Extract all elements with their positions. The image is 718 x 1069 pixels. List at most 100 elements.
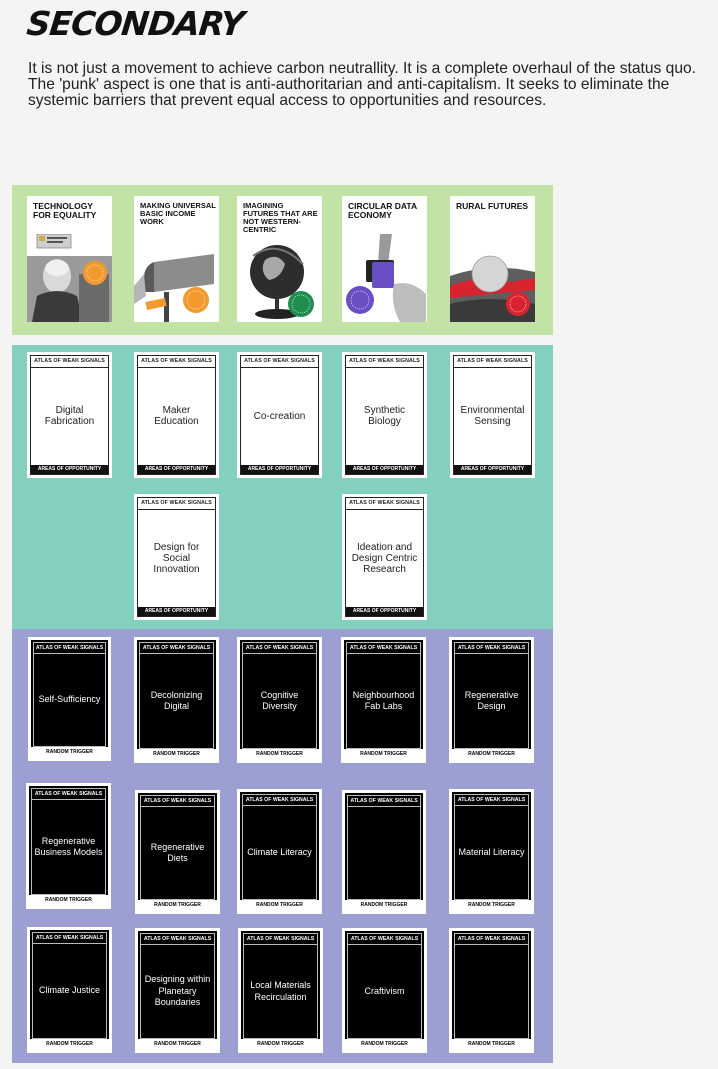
card-footer: RANDOM TRIGGER: [240, 900, 319, 911]
trigger-card[interactable]: ATLAS OF WEAK SIGNALS Regenerative Desig…: [449, 637, 534, 763]
card-footer: AREAS OF OPPORTUNITY: [454, 465, 531, 474]
future-card-not-western-centric[interactable]: IMAGINING FUTURES THAT ARE NOT WESTERN-C…: [237, 196, 322, 322]
card-label: Digital Fabrication: [44, 405, 95, 427]
card-label: Synthetic Biology: [363, 405, 406, 427]
globe-image: [237, 234, 322, 322]
card-footer: RANDOM TRIGGER: [31, 747, 108, 758]
card-header: ATLAS OF WEAK SIGNALS: [141, 934, 214, 945]
trigger-card[interactable]: ATLAS OF WEAK SIGNALS Neighbourhood Fab …: [341, 637, 426, 763]
trigger-card[interactable]: ATLAS OF WEAK SIGNALS Designing within P…: [135, 928, 220, 1053]
trigger-card[interactable]: ATLAS OF WEAK SIGNALS Material Literacy …: [449, 789, 534, 914]
trigger-card[interactable]: ATLAS OF WEAK SIGNALS Climate Justice RA…: [27, 927, 112, 1053]
card-header: ATLAS OF WEAK SIGNALS: [241, 356, 318, 368]
future-card-title: CIRCULAR DATA ECONOMY: [348, 201, 417, 220]
card-footer: RANDOM TRIGGER: [241, 1039, 320, 1050]
card-header: ATLAS OF WEAK SIGNALS: [455, 795, 528, 806]
hands-exchanging-device-image: [342, 234, 427, 322]
card-label: Designing within Planetary Boundaries: [144, 974, 211, 1008]
opportunity-card[interactable]: ATLAS OF WEAK SIGNALS Environmental Sens…: [450, 352, 535, 478]
card-header: ATLAS OF WEAK SIGNALS: [243, 643, 316, 654]
card-footer: AREAS OF OPPORTUNITY: [346, 465, 423, 474]
future-card-technology-for-equality[interactable]: TECHNOLOGY FOR EQUALITY: [27, 196, 112, 322]
card-label: Cognitive Diversity: [260, 689, 299, 712]
card-header: ATLAS OF WEAK SIGNALS: [34, 643, 105, 654]
opportunity-card[interactable]: ATLAS OF WEAK SIGNALS Design for Social …: [134, 494, 219, 620]
card-footer: RANDOM TRIGGER: [344, 749, 423, 760]
future-card-rural-futures[interactable]: RURAL FUTURES: [450, 196, 535, 322]
card-footer: AREAS OF OPPORTUNITY: [138, 607, 215, 616]
trigger-card[interactable]: ATLAS OF WEAK SIGNALS Local Materials Re…: [238, 928, 323, 1053]
elderly-person-with-laptop-image: [27, 234, 112, 322]
trigger-card[interactable]: ATLAS OF WEAK SIGNALS Regenerative Diets…: [135, 790, 220, 914]
card-label: Regenerative Design: [464, 689, 519, 712]
trigger-card[interactable]: ATLAS OF WEAK SIGNALS Craftivism RANDOM …: [342, 928, 427, 1053]
trigger-card[interactable]: ATLAS OF WEAK SIGNALS Self-Sufficiency R…: [28, 637, 111, 761]
trigger-card[interactable]: ATLAS OF WEAK SIGNALS Climate Literacy R…: [237, 789, 322, 914]
card-label: Regenerative Business Models: [34, 835, 103, 858]
card-footer: RANDOM TRIGGER: [345, 1039, 424, 1050]
card-header: ATLAS OF WEAK SIGNALS: [140, 643, 213, 654]
page-title: SECONDARY: [24, 4, 246, 43]
opportunity-card[interactable]: ATLAS OF WEAK SIGNALS Digital Fabricatio…: [27, 352, 112, 478]
future-card-title: TECHNOLOGY FOR EQUALITY: [33, 201, 97, 220]
card-label: Maker Education: [154, 405, 199, 427]
card-footer: RANDOM TRIGGER: [345, 900, 423, 911]
trigger-card[interactable]: ATLAS OF WEAK SIGNALS RANDOM TRIGGER: [342, 790, 426, 914]
card-footer: RANDOM TRIGGER: [30, 1039, 109, 1050]
card-label: Self-Sufficiency: [38, 694, 101, 705]
trigger-card[interactable]: ATLAS OF WEAK SIGNALS Cognitive Diversit…: [237, 637, 322, 763]
card-footer: RANDOM TRIGGER: [138, 900, 217, 911]
card-header: ATLAS OF WEAK SIGNALS: [138, 356, 215, 368]
mailbox-image: [134, 234, 219, 322]
card-header: ATLAS OF WEAK SIGNALS: [32, 789, 105, 800]
opportunity-card[interactable]: ATLAS OF WEAK SIGNALS Ideation and Desig…: [342, 494, 427, 620]
card-label: Environmental Sensing: [460, 405, 525, 427]
card-header: ATLAS OF WEAK SIGNALS: [348, 934, 421, 945]
card-header: ATLAS OF WEAK SIGNALS: [455, 643, 528, 654]
card-label: [350, 807, 418, 899]
card-header: ATLAS OF WEAK SIGNALS: [455, 934, 528, 945]
future-card-title: RURAL FUTURES: [456, 201, 529, 211]
trigger-card[interactable]: ATLAS OF WEAK SIGNALS RANDOM TRIGGER: [449, 928, 534, 1053]
trigger-card[interactable]: ATLAS OF WEAK SIGNALS Decolonizing Digit…: [134, 637, 219, 763]
opportunity-card[interactable]: ATLAS OF WEAK SIGNALS Co-creation AREAS …: [237, 352, 322, 478]
card-label: Ideation and Design Centric Research: [351, 541, 418, 575]
card-header: ATLAS OF WEAK SIGNALS: [138, 498, 215, 510]
card-label: Neighbourhood Fab Labs: [352, 689, 415, 712]
card-footer: RANDOM TRIGGER: [240, 749, 319, 760]
card-label: Climate Justice: [38, 985, 101, 996]
card-label: Local Materials Recirculation: [250, 980, 311, 1002]
future-card-title: IMAGINING FUTURES THAT ARE NOT WESTERN-C…: [243, 201, 318, 234]
opportunity-card[interactable]: ATLAS OF WEAK SIGNALS Maker Education AR…: [134, 352, 219, 478]
card-label: Design for Social Innovation: [153, 541, 200, 575]
card-footer: RANDOM TRIGGER: [452, 749, 531, 760]
opportunity-card[interactable]: ATLAS OF WEAK SIGNALS Synthetic Biology …: [342, 352, 427, 478]
card-header: ATLAS OF WEAK SIGNALS: [346, 356, 423, 368]
card-header: ATLAS OF WEAK SIGNALS: [347, 643, 420, 654]
card-label: Material Literacy: [458, 846, 525, 857]
card-header: ATLAS OF WEAK SIGNALS: [348, 796, 420, 807]
card-footer: AREAS OF OPPORTUNITY: [138, 465, 215, 474]
card-header: ATLAS OF WEAK SIGNALS: [454, 356, 531, 368]
future-card-universal-basic-income[interactable]: MAKING UNIVERSAL BASIC INCOME WORK: [134, 196, 219, 322]
card-label: Craftivism: [364, 985, 405, 996]
card-header: ATLAS OF WEAK SIGNALS: [346, 498, 423, 510]
card-label: Decolonizing Digital: [150, 689, 203, 712]
card-header: ATLAS OF WEAK SIGNALS: [31, 356, 108, 368]
card-label: Co-creation: [253, 410, 306, 422]
card-label: Climate Literacy: [247, 846, 312, 857]
card-header: ATLAS OF WEAK SIGNALS: [141, 796, 214, 807]
card-header: ATLAS OF WEAK SIGNALS: [244, 934, 317, 945]
trigger-card[interactable]: ATLAS OF WEAK SIGNALS Regenerative Busin…: [26, 783, 111, 909]
card-footer: AREAS OF OPPORTUNITY: [241, 465, 318, 474]
card-footer: RANDOM TRIGGER: [29, 895, 108, 906]
card-footer: AREAS OF OPPORTUNITY: [31, 465, 108, 474]
card-footer: RANDOM TRIGGER: [138, 1039, 217, 1050]
card-label: [457, 945, 526, 1038]
card-footer: RANDOM TRIGGER: [452, 900, 531, 911]
card-label: Regenerative Diets: [150, 841, 205, 864]
card-footer: RANDOM TRIGGER: [452, 1039, 531, 1050]
future-card-circular-data-economy[interactable]: CIRCULAR DATA ECONOMY: [342, 196, 427, 322]
card-footer: RANDOM TRIGGER: [137, 749, 216, 760]
card-header: ATLAS OF WEAK SIGNALS: [33, 933, 106, 944]
